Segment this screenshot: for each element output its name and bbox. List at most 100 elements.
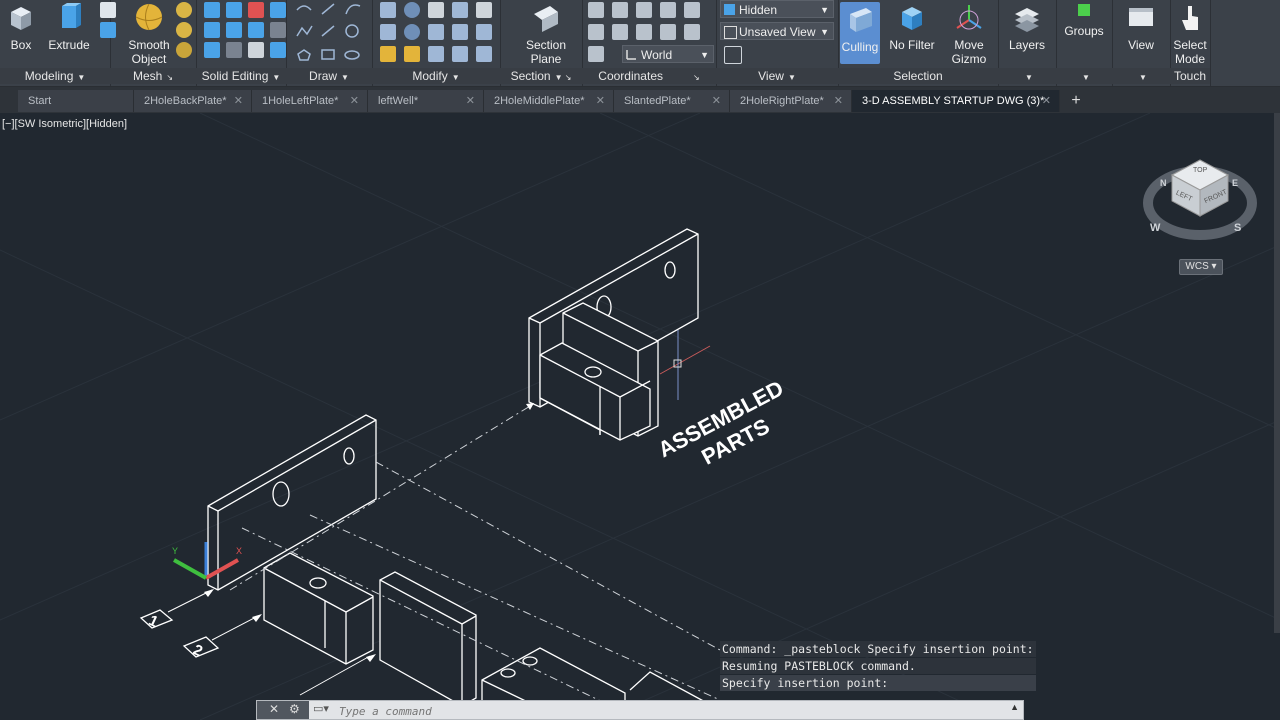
viewport-controls-label[interactable]: [−][SW Isometric][Hidden]: [2, 118, 127, 130]
selection-panel-label[interactable]: Selection: [838, 68, 998, 84]
ucs-x-icon[interactable]: [636, 2, 652, 18]
ucs-z-icon[interactable]: [684, 2, 700, 18]
vertical-scrollbar[interactable]: [1274, 113, 1280, 633]
close-icon[interactable]: ✕: [269, 702, 279, 716]
pencil-icon[interactable]: [380, 46, 396, 62]
ucs-object-icon[interactable]: [660, 24, 676, 40]
viewport-config-icon[interactable]: [724, 46, 742, 64]
align-icon[interactable]: [452, 2, 468, 18]
tab-2holemiddleplate[interactable]: 2HoleMiddlePlate* ✕: [484, 90, 614, 112]
union-icon[interactable]: [204, 2, 220, 18]
command-history-toggle-icon[interactable]: ▲: [1010, 702, 1019, 712]
section-plane-label-1: Section: [525, 38, 567, 52]
command-prompt-icon[interactable]: ▭▾: [313, 702, 329, 715]
extract-edges-icon[interactable]: [248, 22, 264, 38]
coordinates-panel-label[interactable]: Coordinates ↘: [582, 68, 716, 84]
rotate3d-icon[interactable]: [404, 2, 420, 18]
no-filter-button[interactable]: No Filter: [886, 2, 938, 52]
ucs-view-icon[interactable]: [636, 24, 652, 40]
rotate-icon[interactable]: [404, 24, 420, 40]
grid-array-icon[interactable]: [476, 46, 492, 62]
thicken-icon[interactable]: [226, 22, 242, 38]
groups-panel-expander[interactable]: ▼: [1056, 68, 1112, 84]
extrude-button[interactable]: Extrude: [46, 2, 92, 52]
solid-editing-panel-label[interactable]: Solid Editing ▼: [196, 68, 286, 84]
modeling-panel-label[interactable]: Modeling ▼: [0, 68, 110, 84]
select-mode-button[interactable]: Select Mode: [1170, 2, 1210, 66]
ucs-face-icon[interactable]: [684, 24, 700, 40]
view-panel-label[interactable]: View ▼: [716, 68, 838, 84]
close-icon[interactable]: ✕: [834, 90, 843, 112]
wcs-menu[interactable]: WCS ▾: [1179, 259, 1223, 275]
move-icon[interactable]: [428, 2, 444, 18]
array-icon[interactable]: [452, 24, 468, 40]
fillet-icon[interactable]: [380, 24, 396, 40]
select-mode-label-1: Select: [1173, 38, 1207, 52]
offset-icon[interactable]: [476, 24, 492, 40]
tab-3d-assembly[interactable]: 3-D ASSEMBLY STARTUP DWG (3)* ✕: [852, 90, 1060, 112]
culling-button[interactable]: Culling: [840, 2, 880, 64]
ucs-icon[interactable]: [588, 2, 604, 18]
imprint-icon[interactable]: [270, 22, 286, 38]
shell-icon[interactable]: [226, 42, 242, 58]
view-right-panel-expander[interactable]: ▼: [1112, 68, 1170, 84]
section-panel-label[interactable]: Section ▼ ↘: [500, 68, 582, 84]
drawing-viewport[interactable]: 1 2 Y X ASSEMBLED PARTS TOP LEFT FRONT N…: [0, 113, 1280, 720]
view-button[interactable]: View: [1118, 2, 1164, 52]
copy-icon[interactable]: [452, 46, 468, 62]
close-icon[interactable]: ✕: [596, 90, 605, 112]
new-tab-plus-icon[interactable]: +: [1066, 91, 1086, 111]
stretch-icon[interactable]: [428, 46, 444, 62]
close-icon[interactable]: ✕: [350, 90, 359, 112]
trim-icon[interactable]: [476, 2, 492, 18]
ucs-y-icon[interactable]: [660, 2, 676, 18]
tab-2holerightplate[interactable]: 2HoleRightPlate* ✕: [730, 90, 852, 112]
tab-leftwell[interactable]: leftWell* ✕: [368, 90, 484, 112]
tab-slantedplate[interactable]: SlantedPlate* ✕: [614, 90, 730, 112]
svg-text:2: 2: [190, 641, 205, 660]
ucs-3point-icon[interactable]: [612, 24, 628, 40]
ucs-world-icon[interactable]: [588, 24, 604, 40]
separate-icon[interactable]: [204, 42, 220, 58]
ucs-origin-icon[interactable]: [612, 2, 628, 18]
interfere-icon[interactable]: [204, 22, 220, 38]
mirror-icon[interactable]: [380, 2, 396, 18]
layers-panel-expander[interactable]: ▼: [998, 68, 1056, 84]
subtract-icon[interactable]: [226, 2, 242, 18]
smooth-object-button[interactable]: Smooth Object: [124, 2, 174, 66]
close-icon[interactable]: ✕: [234, 90, 243, 112]
tab-start[interactable]: Start: [18, 90, 134, 112]
panel-touch: Select Mode Touch: [1170, 0, 1211, 86]
layers-button[interactable]: Layers: [1004, 2, 1050, 52]
command-input[interactable]: [337, 702, 941, 720]
slice-icon[interactable]: [270, 2, 286, 18]
intersect-icon[interactable]: [248, 2, 264, 18]
erase-solid-icon[interactable]: [248, 42, 264, 58]
close-icon[interactable]: ✕: [712, 90, 721, 112]
box-button[interactable]: Box: [4, 2, 38, 52]
scale-icon[interactable]: [428, 24, 444, 40]
mesh-refine-icon[interactable]: [176, 22, 192, 38]
touch-panel-label[interactable]: Touch: [1170, 68, 1210, 84]
move-gizmo-button[interactable]: Move Gizmo: [946, 2, 992, 66]
visual-style-dropdown[interactable]: Hidden ▼: [720, 0, 834, 18]
draw-panel-label[interactable]: Draw ▼: [286, 68, 372, 84]
close-icon[interactable]: ✕: [1042, 90, 1051, 112]
warning-icon[interactable]: [404, 46, 420, 62]
mesh-panel-label[interactable]: Mesh ↘: [110, 68, 196, 84]
coordinates-dropdown[interactable]: World ▼: [622, 45, 714, 63]
close-icon[interactable]: ✕: [466, 90, 475, 112]
modify-panel-label[interactable]: Modify ▼: [372, 68, 500, 84]
tab-2holebackplate[interactable]: 2HoleBackPlate* ✕: [134, 90, 252, 112]
ucs-named-icon[interactable]: [588, 46, 604, 62]
offset-edge-icon[interactable]: [270, 42, 286, 58]
groups-button[interactable]: Groups: [1060, 2, 1108, 38]
saved-view-dropdown[interactable]: Unsaved View ▼: [720, 22, 834, 40]
viewcube[interactable]: TOP LEFT FRONT N E S W: [1143, 159, 1257, 240]
mesh-crease-icon[interactable]: [176, 42, 192, 58]
mesh-sphere-icon[interactable]: [176, 2, 192, 18]
section-plane-button[interactable]: Section Plane: [520, 2, 572, 66]
gizmo-label-2: Gizmo: [951, 52, 987, 66]
tab-1holeleftplate[interactable]: 1HoleLeftPlate* ✕: [252, 90, 368, 112]
wrench-icon[interactable]: ⚙: [289, 702, 300, 716]
